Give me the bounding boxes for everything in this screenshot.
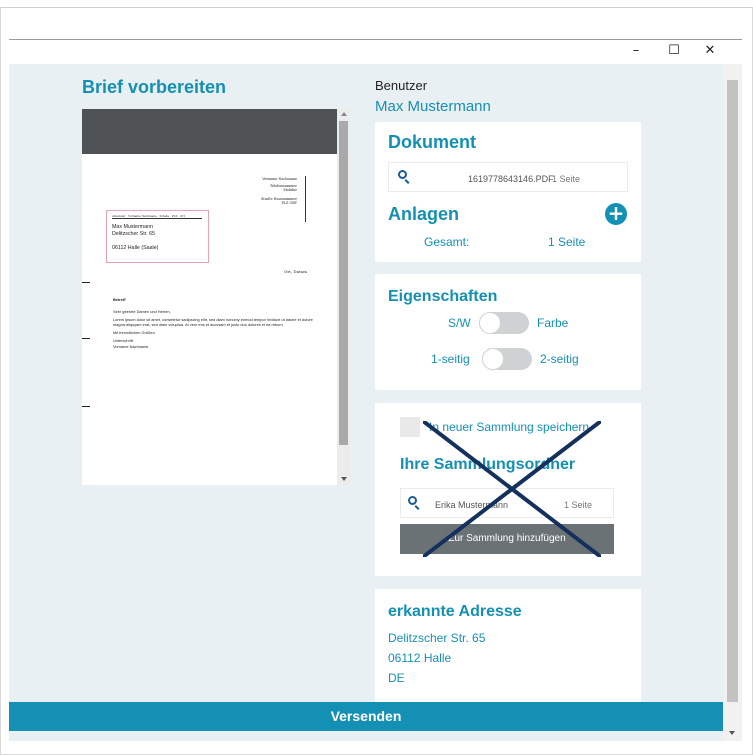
total-label: Gesamt: [424, 235, 470, 249]
attachments-heading: Anlagen [388, 204, 460, 224]
document-filename: 1619778643146.PDF [468, 174, 554, 184]
color-mode-right-label: Farbe [537, 316, 569, 330]
fold-mark [82, 282, 90, 283]
minimize-button[interactable]: – [618, 42, 654, 60]
address-line: 06112 Halle [388, 651, 452, 665]
color-mode-toggle[interactable] [479, 312, 529, 334]
search-icon [408, 496, 417, 505]
punch-mark [82, 338, 90, 339]
preview-scroll-thumb[interactable] [339, 121, 348, 445]
sender-block: Vorname Nachname Telefonnummer Mobilnr S… [260, 177, 297, 205]
duplex-left-label: 1-seitig [431, 352, 470, 366]
letter-page: Vorname Nachname Telefonnummer Mobilnr S… [82, 154, 337, 485]
collection-card: In neuer Sammlung speichern Ihre Sammlun… [375, 403, 641, 576]
scroll-up-icon[interactable] [341, 112, 347, 116]
fold-mark [82, 406, 90, 407]
search-icon [398, 170, 407, 179]
date-line: Ort, Datum [284, 269, 307, 274]
document-heading: Dokument [388, 132, 477, 152]
recipient-address: Max Mustermann Delitzscher Str. 65 06112… [112, 224, 159, 252]
send-button[interactable]: Versenden [9, 702, 723, 731]
toggle-knob [479, 312, 501, 334]
preview-scrollbar[interactable] [337, 109, 350, 485]
main-scrollbar[interactable] [723, 64, 742, 741]
title-divider [9, 39, 742, 40]
letter-preview: Vorname Nachname Telefonnummer Mobilnr S… [82, 109, 350, 485]
duplex-right-label: 2-seitig [540, 352, 579, 366]
app-window: – ☐ ✕ Brief vorbereiten Vorname Nachname… [0, 0, 753, 755]
document-card: Dokument 1619778643146.PDF 1 Seite Anlag… [375, 122, 641, 262]
scroll-down-icon[interactable] [729, 731, 735, 735]
user-name: Max Mustermann [375, 98, 491, 115]
color-mode-left-label: S/W [448, 316, 471, 330]
page-title: Brief vorbereiten [82, 77, 227, 97]
add-attachment-button[interactable]: + [605, 203, 627, 225]
maximize-button[interactable]: ☐ [656, 42, 692, 60]
address-line: Delitzscher Str. 65 [388, 631, 486, 645]
close-button[interactable]: ✕ [692, 42, 728, 60]
letter-body: Betreff Sehr geehrte Damen und Herren, L… [113, 297, 313, 350]
address-line: DE [388, 671, 405, 685]
scroll-down-icon[interactable] [341, 477, 347, 481]
main-scroll-thumb[interactable] [727, 80, 738, 702]
main-content: Brief vorbereiten Vorname Nachname Telef… [9, 64, 742, 741]
duplex-toggle[interactable] [482, 348, 532, 370]
preview-header-bar [82, 109, 337, 154]
disabled-cross-icon [423, 421, 601, 557]
total-value: 1 Seite [548, 235, 586, 249]
new-collection-checkbox[interactable] [400, 417, 420, 437]
document-search-field[interactable]: 1619778643146.PDF 1 Seite [388, 162, 628, 192]
properties-heading: Eigenschaften [388, 288, 498, 305]
user-label: Benutzer [375, 78, 428, 93]
toggle-knob [482, 348, 504, 370]
address-heading: erkannte Adresse [388, 603, 522, 620]
address-card: erkannte Adresse Delitzscher Str. 65 061… [375, 589, 641, 702]
document-pages: 1 Seite [552, 174, 581, 184]
return-address: Absender · Vorname Nachname · Straße · P… [112, 214, 202, 220]
properties-card: Eigenschaften S/W Farbe 1-seitig 2-seiti… [375, 274, 641, 390]
